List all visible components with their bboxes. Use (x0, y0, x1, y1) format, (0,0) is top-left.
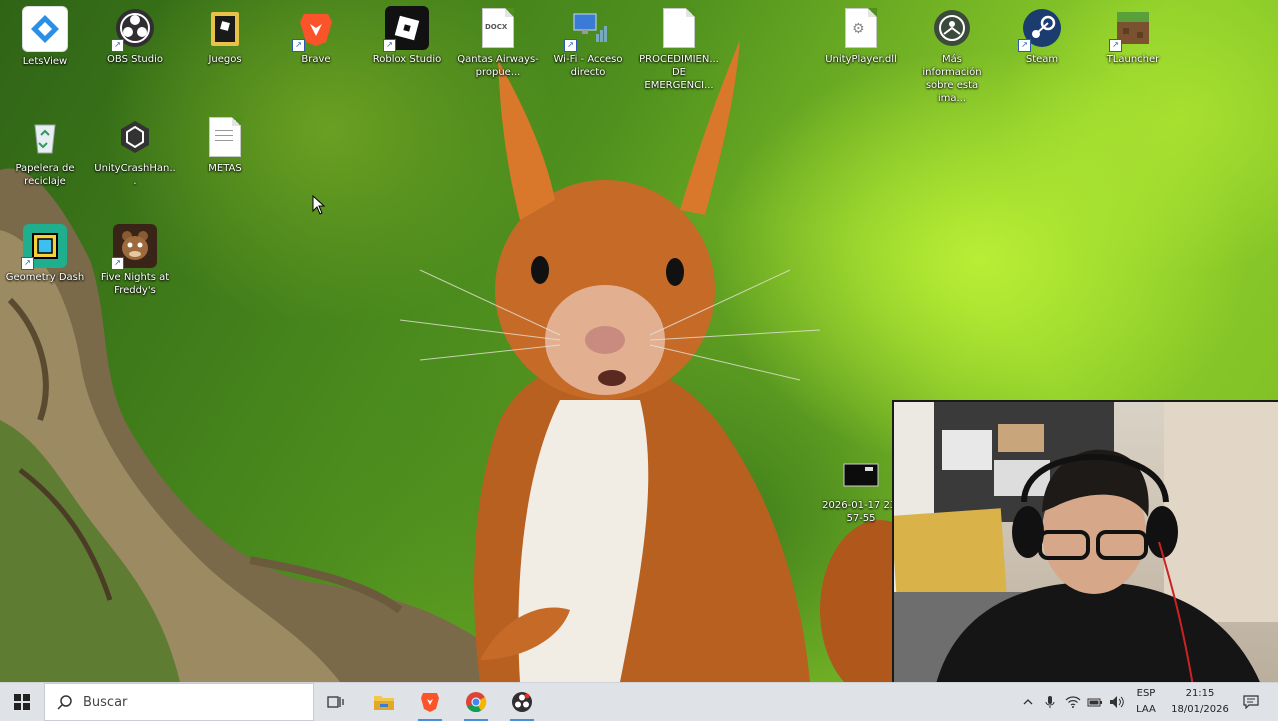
desktop-icon-fnaf[interactable]: ↗ Five Nights at Freddy's (92, 224, 178, 297)
notification-icon (1243, 695, 1259, 709)
icon-label: UnityCrashHan... (94, 163, 176, 187)
shortcut-arrow-icon: ↗ (1109, 39, 1122, 52)
icon-label: Wi-Fi - Acceso directo (553, 54, 623, 78)
shortcut-arrow-icon: ↗ (292, 39, 305, 52)
icon-label: Geometry Dash (5, 272, 85, 283)
docx-icon: DOCX (482, 8, 514, 48)
webcam-overlay (892, 400, 1278, 692)
desktop-icon-roblox-studio[interactable]: ↗ Roblox Studio (364, 6, 450, 66)
letsview-icon (31, 15, 59, 43)
icon-label: Steam (1025, 54, 1059, 65)
taskbar-app-chrome[interactable] (456, 683, 496, 721)
desktop-icon-procedimiento[interactable]: PROCEDIMIEN... DE EMERGENCI... (636, 6, 722, 92)
desktop-icon-papelera[interactable]: Papelera de reciclaje (2, 115, 88, 188)
document-icon (663, 8, 695, 48)
tray-show-hidden-button[interactable] (1018, 683, 1038, 721)
icon-label: OBS Studio (107, 54, 163, 65)
task-view-button[interactable] (318, 683, 354, 721)
chevron-up-icon (1023, 699, 1033, 705)
file-explorer-icon (374, 696, 394, 710)
icon-label: METAS (208, 163, 242, 174)
obs-icon (512, 692, 532, 712)
icon-label: TLauncher (1106, 54, 1160, 65)
recycle-bin-icon (34, 124, 56, 154)
icon-label: Más información sobre esta ima... (922, 54, 982, 104)
desktop-icon-unitycrashhandler[interactable]: UnityCrashHan... (92, 115, 178, 188)
webcam-scene (894, 402, 1278, 692)
desktop-icon-tlauncher[interactable]: ↗ TLauncher (1090, 6, 1176, 66)
icon-label: LetsView (22, 56, 68, 67)
desktop-icon-unityplayer-dll[interactable]: ⚙ UnityPlayer.dll (818, 6, 904, 66)
tray-battery[interactable] (1084, 683, 1106, 721)
tray-microphone[interactable] (1040, 683, 1060, 721)
tray-network[interactable] (1062, 683, 1084, 721)
start-button[interactable] (0, 683, 44, 721)
icon-label: Qantas Airways-propue... (457, 54, 539, 78)
clock-time: 21:15 (1185, 688, 1215, 699)
clock-date: 18/01/2026 (1171, 704, 1229, 715)
icon-label: Roblox Studio (372, 54, 442, 65)
wifi-icon (1065, 696, 1081, 708)
brave-icon (421, 693, 439, 712)
desktop-icon-metas[interactable]: METAS (182, 115, 268, 175)
shortcut-arrow-icon: ↗ (111, 39, 124, 52)
keyboard-layout: LAA (1136, 704, 1156, 715)
icon-label: Brave (301, 54, 331, 65)
shortcut-arrow-icon: ↗ (111, 257, 124, 270)
language-code: ESP (1136, 688, 1156, 699)
microphone-icon (1045, 696, 1055, 708)
text-file-icon (209, 117, 241, 157)
taskbar-app-obs[interactable] (502, 683, 542, 721)
icon-label: Five Nights at Freddy's (100, 272, 170, 296)
mouse-cursor-icon (312, 195, 326, 215)
desktop-icon-mas-informacion[interactable]: Más información sobre esta ima... (909, 6, 995, 105)
dll-icon: ⚙ (845, 8, 877, 48)
desktop-icon-geometry-dash[interactable]: ↗ Geometry Dash (2, 224, 88, 284)
desktop-icon-qantas-docx[interactable]: DOCX Qantas Airways-propue... (455, 6, 541, 79)
icon-label: PROCEDIMIEN... DE EMERGENCI... (639, 54, 719, 91)
tray-volume[interactable] (1106, 683, 1128, 721)
desktop-icon-juegos[interactable]: Juegos (182, 6, 268, 66)
battery-plug-icon (1087, 698, 1102, 707)
icon-label: UnityPlayer.dll (825, 54, 897, 65)
tray-language[interactable]: ESP LAA (1130, 683, 1162, 721)
shortcut-arrow-icon: ↗ (383, 39, 396, 52)
search-icon (57, 695, 72, 710)
desktop-icon-letsview[interactable]: LetsView (2, 6, 88, 68)
desktop-icon-wifi[interactable]: ↗ Wi-Fi - Acceso directo (545, 6, 631, 79)
taskbar-search[interactable] (44, 683, 314, 721)
tray-clock[interactable]: 21:15 18/01/2026 (1166, 683, 1234, 721)
info-icon (934, 10, 970, 46)
chrome-icon (466, 692, 487, 713)
search-input[interactable] (81, 693, 305, 711)
desktop-icon-steam[interactable]: ↗ Steam (999, 6, 1085, 66)
task-view-icon (327, 696, 344, 708)
shortcut-arrow-icon: ↗ (21, 257, 34, 270)
icon-label: Papelera de reciclaje (15, 163, 75, 187)
desktop-icon-brave[interactable]: ↗ Brave (273, 6, 359, 66)
shortcut-arrow-icon: ↗ (1018, 39, 1031, 52)
volume-icon (1110, 696, 1124, 708)
shortcut-arrow-icon: ↗ (564, 39, 577, 52)
taskbar: ESP LAA 21:15 18/01/2026 (0, 682, 1278, 721)
video-file-icon (843, 463, 879, 487)
taskbar-app-brave[interactable] (410, 683, 450, 721)
desktop-icon-obs-studio[interactable]: ↗ OBS Studio (92, 6, 178, 66)
notification-center-button[interactable] (1236, 683, 1266, 721)
icon-label: Juegos (208, 54, 242, 65)
unity-icon (121, 121, 149, 153)
windows-logo-icon (14, 694, 30, 710)
folder-icon (211, 12, 239, 46)
taskbar-app-file-explorer[interactable] (364, 683, 404, 721)
